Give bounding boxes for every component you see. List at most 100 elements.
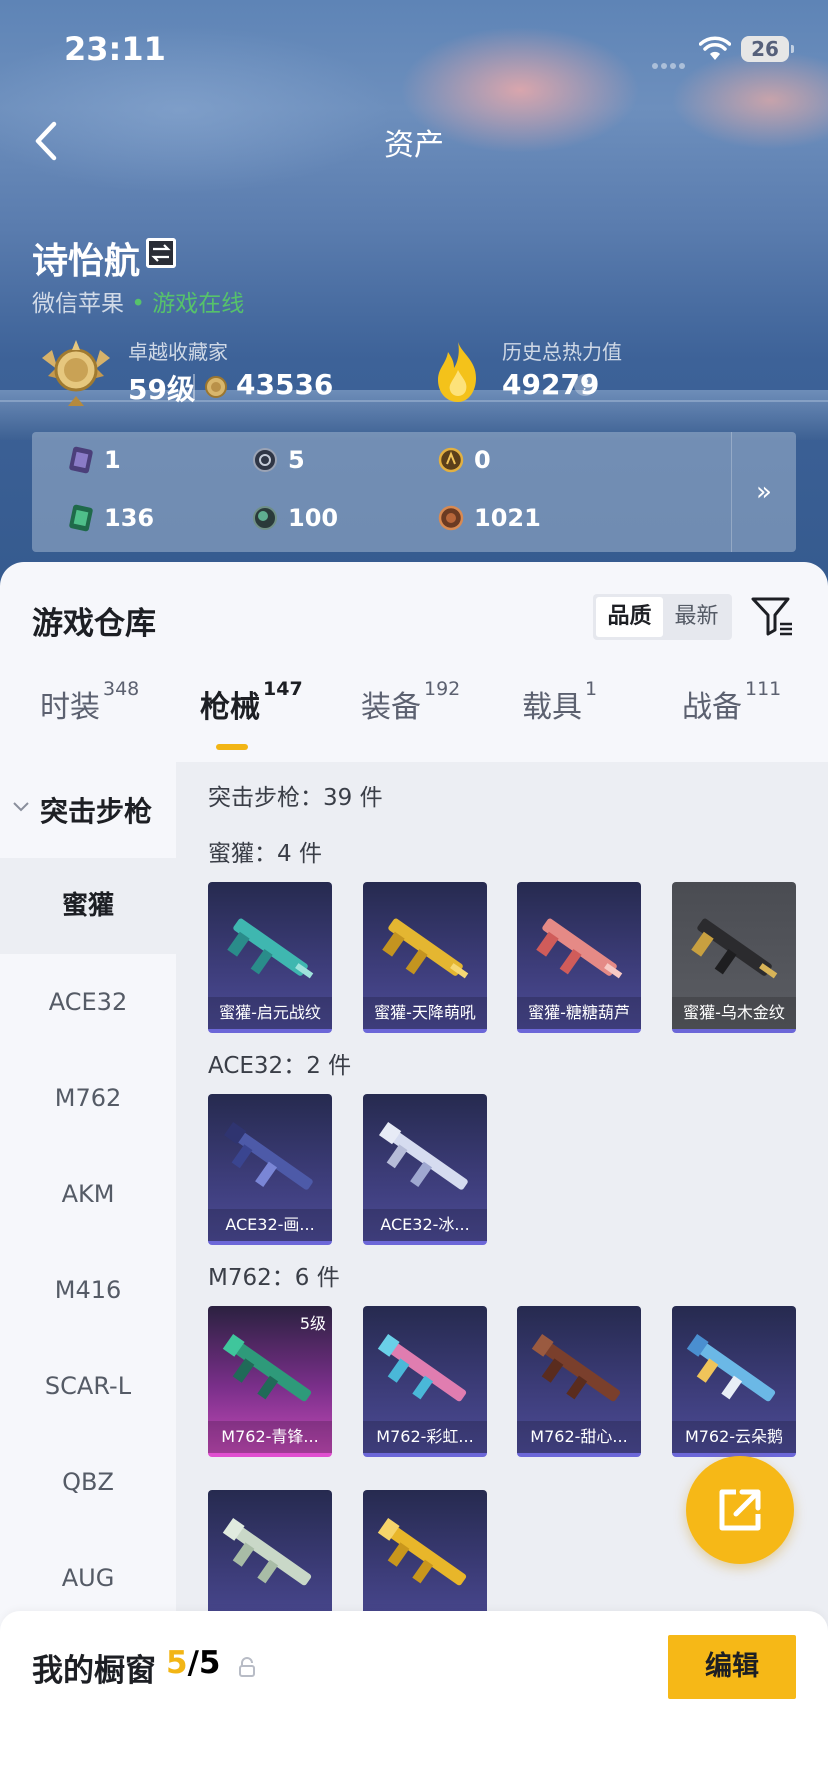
tab-combat-supplies[interactable]: 战备111 bbox=[682, 678, 781, 726]
sidebar-item-m762[interactable]: M762 bbox=[0, 1050, 176, 1146]
weapon-name: M762-云朵鹅 bbox=[672, 1421, 796, 1453]
sidebar-item-akm[interactable]: AKM bbox=[0, 1146, 176, 1242]
stat-value: 1021 bbox=[474, 504, 541, 532]
rifle-skin-icon bbox=[691, 918, 778, 979]
sidebar-item-m416[interactable]: M416 bbox=[0, 1242, 176, 1338]
sort-quality-button[interactable]: 品质 bbox=[596, 597, 663, 637]
weapon-name: 蜜獾-乌木金纹 bbox=[672, 997, 796, 1029]
sidebar-item-qbz[interactable]: QBZ bbox=[0, 1434, 176, 1530]
switch-account-icon[interactable] bbox=[146, 238, 176, 268]
stat-green-gem: 100 bbox=[252, 504, 338, 532]
weapon-card[interactable]: 蜜獾-糖糖葫芦 bbox=[517, 882, 641, 1033]
status-time: 23:11 bbox=[64, 30, 166, 68]
battery-icon: 26 bbox=[741, 36, 794, 62]
stat-value: 0 bbox=[474, 446, 491, 474]
weapon-name: ACE32-画... bbox=[208, 1209, 332, 1241]
bronze-coin-icon bbox=[438, 505, 464, 531]
weapon-name: ACE32-冰... bbox=[363, 1209, 487, 1241]
wifi-icon bbox=[699, 36, 731, 60]
stat-value: 100 bbox=[288, 504, 339, 532]
warehouse-title: 游戏仓库 bbox=[32, 606, 156, 642]
weapon-card[interactable]: 蜜獾-乌木金纹 bbox=[672, 882, 796, 1033]
green-card-icon bbox=[69, 504, 93, 532]
group-title-honey-badger: 蜜獾：4 件 bbox=[208, 841, 322, 867]
rifle-skin-icon bbox=[382, 918, 469, 979]
chevron-down-icon bbox=[13, 802, 29, 812]
help-icon[interactable]: ? bbox=[574, 374, 596, 396]
weapon-name: M762-彩虹... bbox=[363, 1421, 487, 1453]
showcase-current: 5 bbox=[166, 1645, 188, 1681]
category-label: 突击步枪 bbox=[40, 795, 153, 828]
weapon-name: 蜜獾-启元战纹 bbox=[208, 997, 332, 1029]
stat-value: 5 bbox=[288, 446, 305, 474]
fire-icon bbox=[438, 342, 476, 402]
rifle-skin-icon bbox=[531, 1333, 621, 1402]
rifle-skin-icon bbox=[536, 918, 623, 979]
share-icon bbox=[719, 1489, 761, 1531]
filter-icon[interactable] bbox=[750, 594, 794, 638]
tab-count: 1 bbox=[585, 678, 598, 700]
sidebar-item-scar-l[interactable]: SCAR-L bbox=[0, 1338, 176, 1434]
weapon-name: M762-甜心... bbox=[517, 1421, 641, 1453]
showcase-count: 5/5 bbox=[166, 1645, 220, 1681]
edit-button[interactable]: 编辑 bbox=[668, 1635, 796, 1699]
weapon-name: 蜜獾-糖糖葫芦 bbox=[517, 997, 641, 1029]
tab-count: 111 bbox=[745, 678, 782, 700]
profile-header: 23:11 26 资产 诗怡航 微信苹果 • 游戏在线 卓越收藏家 59级 43… bbox=[0, 0, 828, 600]
showcase-label: 我的橱窗 bbox=[32, 1653, 156, 1689]
showcase-bar: 我的橱窗 5/5 编辑 bbox=[0, 1611, 828, 1792]
rifle-skin-icon bbox=[686, 1333, 776, 1402]
weapon-name: 蜜獾-天降萌吼 bbox=[363, 997, 487, 1029]
tab-label: 载具 bbox=[522, 690, 582, 725]
platform-label: 微信苹果 bbox=[32, 291, 124, 317]
showcase-total: /5 bbox=[187, 1645, 221, 1681]
group-title-m762: M762：6 件 bbox=[208, 1265, 340, 1291]
weapon-card[interactable]: 蜜獾-启元战纹 bbox=[208, 882, 332, 1033]
tab-label: 时装 bbox=[40, 690, 100, 725]
tab-label: 战备 bbox=[682, 690, 742, 725]
weapon-card[interactable]: ACE32-冰... bbox=[363, 1094, 487, 1245]
rank-title: 卓越收藏家 bbox=[128, 340, 228, 364]
warehouse-panel: 游戏仓库 品质 最新 时装348 枪械147 装备192 载具1 战备111 突… bbox=[0, 562, 828, 1792]
sidebar-item-honey-badger[interactable]: 蜜獾 bbox=[0, 858, 176, 954]
weapon-name: M762-青锋... bbox=[208, 1421, 332, 1453]
stat-bronze-coin: 1021 bbox=[438, 504, 541, 532]
rifle-skin-icon bbox=[222, 1333, 312, 1402]
weapon-card[interactable]: M762-甜心... bbox=[517, 1306, 641, 1457]
rifle-skin-icon bbox=[377, 1517, 467, 1586]
category-tabs: 时装348 枪械147 装备192 载具1 战备111 bbox=[0, 678, 828, 762]
tab-count: 192 bbox=[424, 678, 461, 700]
stat-value: 136 bbox=[104, 504, 155, 532]
currency-stats: 1 5 0 136 100 1021 » bbox=[32, 432, 796, 552]
sidebar-item-ace32[interactable]: ACE32 bbox=[0, 954, 176, 1050]
stat-purple-card: 1 bbox=[68, 446, 121, 474]
rank-points: 43536 bbox=[236, 368, 334, 401]
player-name: 诗怡航 bbox=[32, 241, 141, 282]
page-title: 资产 bbox=[384, 128, 444, 163]
tab-label: 装备 bbox=[361, 690, 421, 725]
weapon-card[interactable]: 蜜獾-天降萌吼 bbox=[363, 882, 487, 1033]
online-status: • 游戏在线 bbox=[131, 291, 245, 317]
sort-newest-button[interactable]: 最新 bbox=[663, 597, 730, 637]
tab-equipment[interactable]: 装备192 bbox=[361, 678, 460, 726]
weapon-card[interactable]: M762-云朵鹅 bbox=[672, 1306, 796, 1457]
tab-firearms[interactable]: 枪械147 bbox=[200, 678, 303, 726]
stat-compass-coin: 5 bbox=[252, 446, 305, 474]
weapon-card[interactable]: 5级 M762-青锋... bbox=[208, 1306, 332, 1457]
compass-coin-icon bbox=[253, 448, 277, 472]
tab-vehicles[interactable]: 载具1 bbox=[522, 678, 597, 726]
lock-icon bbox=[239, 1657, 255, 1677]
weapon-card[interactable]: ACE32-画... bbox=[208, 1094, 332, 1245]
share-button[interactable] bbox=[686, 1456, 794, 1564]
stat-gold-coin: 0 bbox=[438, 446, 491, 474]
tab-fashion[interactable]: 时装348 bbox=[40, 678, 139, 726]
gold-coin-icon bbox=[438, 447, 464, 473]
signal-dots-icon bbox=[652, 54, 692, 69]
stats-more-button[interactable]: » bbox=[731, 432, 796, 552]
group-title-ace32: ACE32：2 件 bbox=[208, 1053, 352, 1079]
rifle-skin-icon bbox=[223, 1121, 313, 1190]
rifle-skin-icon bbox=[378, 1121, 468, 1190]
weapon-card[interactable]: M762-彩虹... bbox=[363, 1306, 487, 1457]
category-assault-rifle[interactable]: 突击步枪 bbox=[0, 762, 176, 858]
rank-level: 59级 bbox=[128, 373, 195, 406]
